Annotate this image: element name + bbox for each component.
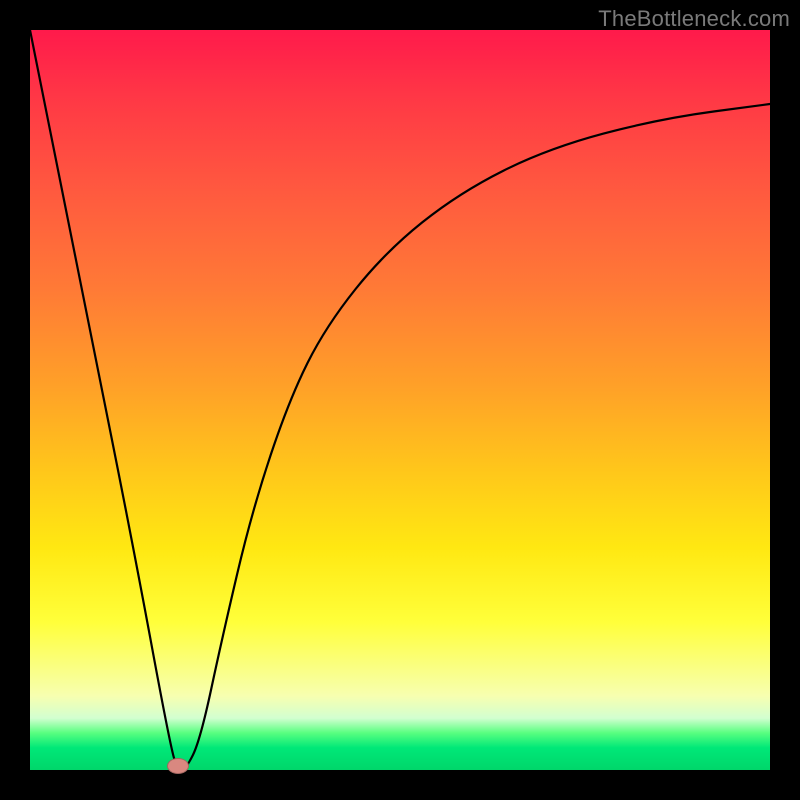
watermark-text: TheBottleneck.com <box>598 6 790 32</box>
plot-area <box>30 30 770 770</box>
optimal-marker <box>167 758 189 774</box>
chart-frame: TheBottleneck.com <box>0 0 800 800</box>
